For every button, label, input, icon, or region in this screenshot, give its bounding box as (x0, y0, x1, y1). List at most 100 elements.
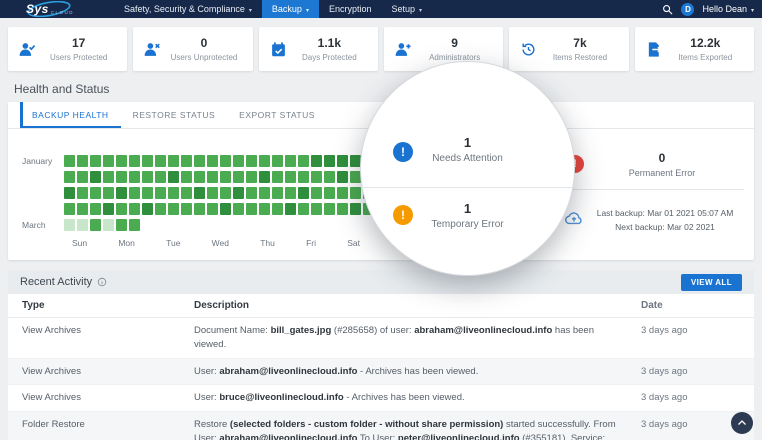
heatmap-cell[interactable] (103, 219, 114, 231)
heatmap-cell[interactable] (324, 155, 335, 167)
heatmap-cell[interactable] (298, 187, 309, 199)
nav-item-backup[interactable]: Backup (262, 0, 319, 18)
heatmap-cell[interactable] (285, 155, 296, 167)
heatmap-cell[interactable] (155, 171, 166, 183)
heatmap-cell[interactable] (142, 171, 153, 183)
heatmap-cell[interactable] (246, 187, 257, 199)
heatmap-cell[interactable] (129, 203, 140, 215)
heatmap-cell[interactable] (220, 171, 231, 183)
heatmap-cell[interactable] (233, 187, 244, 199)
heatmap-cell[interactable] (194, 203, 205, 215)
heatmap-cell[interactable] (90, 171, 101, 183)
heatmap-cell[interactable] (233, 203, 244, 215)
heatmap-cell[interactable] (116, 171, 127, 183)
heatmap-cell[interactable] (142, 155, 153, 167)
heatmap-cell[interactable] (298, 155, 309, 167)
heatmap-cell[interactable] (64, 171, 75, 183)
heatmap-cell[interactable] (129, 219, 140, 231)
heatmap-cell[interactable] (207, 187, 218, 199)
heatmap-cell[interactable] (272, 187, 283, 199)
heatmap-cell[interactable] (194, 187, 205, 199)
heatmap-cell[interactable] (220, 155, 231, 167)
heatmap-cell[interactable] (90, 187, 101, 199)
heatmap-cell[interactable] (103, 203, 114, 215)
heatmap-cell[interactable] (220, 203, 231, 215)
heatmap-cell[interactable] (181, 155, 192, 167)
heatmap-cell[interactable] (298, 203, 309, 215)
user-menu[interactable]: Hello Dean (702, 4, 754, 14)
heatmap-cell[interactable] (77, 171, 88, 183)
tab-export-status[interactable]: EXPORT STATUS (227, 102, 327, 128)
tab-restore-status[interactable]: RESTORE STATUS (121, 102, 228, 128)
heatmap-cell[interactable] (168, 171, 179, 183)
heatmap-cell[interactable] (324, 187, 335, 199)
nav-item-safety-security-compliance[interactable]: Safety, Security & Compliance (114, 0, 262, 18)
heatmap-cell[interactable] (311, 171, 322, 183)
stat-card-users-unprotected[interactable]: 0 Users Unprotected (133, 27, 252, 71)
nav-item-encryption[interactable]: Encryption (319, 0, 382, 18)
table-row[interactable]: Folder RestoreRestore (selected folders … (8, 412, 754, 440)
heatmap-cell[interactable] (285, 203, 296, 215)
heatmap-cell[interactable] (246, 171, 257, 183)
heatmap-cell[interactable] (116, 219, 127, 231)
stat-card-users-protected[interactable]: 17 Users Protected (8, 27, 127, 71)
heatmap-cell[interactable] (298, 171, 309, 183)
search-icon[interactable] (662, 4, 673, 15)
heatmap-cell[interactable] (194, 155, 205, 167)
heatmap-cell[interactable] (350, 203, 361, 215)
heatmap-cell[interactable] (259, 155, 270, 167)
table-row[interactable]: View ArchivesUser: abraham@liveonlineclo… (8, 358, 754, 385)
heatmap-cell[interactable] (168, 203, 179, 215)
heatmap-cell[interactable] (103, 171, 114, 183)
heatmap-cell[interactable] (155, 155, 166, 167)
scroll-to-top-button[interactable] (731, 412, 753, 434)
heatmap-cell[interactable] (207, 171, 218, 183)
heatmap-cell[interactable] (142, 203, 153, 215)
heatmap-cell[interactable] (272, 155, 283, 167)
info-circle-icon[interactable] (97, 277, 107, 287)
heatmap-cell[interactable] (77, 187, 88, 199)
nav-item-setup[interactable]: Setup (381, 0, 432, 18)
heatmap-cell[interactable] (311, 155, 322, 167)
app-logo[interactable]: Sys CLOUD (0, 0, 100, 18)
tab-backup-health[interactable]: BACKUP HEALTH (20, 102, 121, 128)
heatmap-cell[interactable] (246, 203, 257, 215)
stat-card-items-exported[interactable]: 12.2k Items Exported (635, 27, 754, 71)
heatmap-cell[interactable] (64, 155, 75, 167)
heatmap-cell[interactable] (77, 155, 88, 167)
heatmap-cell[interactable] (337, 171, 348, 183)
avatar[interactable]: D (681, 3, 694, 16)
heatmap-cell[interactable] (64, 203, 75, 215)
heatmap-cell[interactable] (259, 171, 270, 183)
heatmap-cell[interactable] (181, 187, 192, 199)
heatmap-cell[interactable] (194, 171, 205, 183)
heatmap-cell[interactable] (220, 187, 231, 199)
heatmap-cell[interactable] (90, 155, 101, 167)
view-all-button[interactable]: VIEW ALL (681, 274, 742, 291)
heatmap-cell[interactable] (90, 219, 101, 231)
heatmap-cell[interactable] (181, 171, 192, 183)
heatmap-cell[interactable] (116, 155, 127, 167)
heatmap-cell[interactable] (103, 155, 114, 167)
heatmap-cell[interactable] (272, 171, 283, 183)
heatmap-cell[interactable] (233, 171, 244, 183)
heatmap-cell[interactable] (168, 155, 179, 167)
heatmap-cell[interactable] (337, 187, 348, 199)
heatmap-cell[interactable] (259, 203, 270, 215)
heatmap-cell[interactable] (285, 187, 296, 199)
heatmap-cell[interactable] (259, 187, 270, 199)
heatmap-cell[interactable] (129, 171, 140, 183)
heatmap-cell[interactable] (129, 187, 140, 199)
heatmap-cell[interactable] (64, 187, 75, 199)
heatmap-cell[interactable] (324, 171, 335, 183)
heatmap-cell[interactable] (90, 203, 101, 215)
heatmap-cell[interactable] (168, 187, 179, 199)
heatmap-cell[interactable] (207, 155, 218, 167)
heatmap-cell[interactable] (350, 187, 361, 199)
heatmap-cell[interactable] (324, 203, 335, 215)
heatmap-cell[interactable] (103, 187, 114, 199)
heatmap-cell[interactable] (129, 155, 140, 167)
heatmap-cell[interactable] (155, 203, 166, 215)
heatmap-cell[interactable] (155, 187, 166, 199)
heatmap-cell[interactable] (207, 203, 218, 215)
